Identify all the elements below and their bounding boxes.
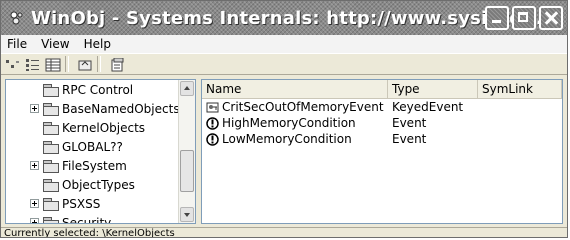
- list-row[interactable]: LowMemoryCondition Event: [202, 131, 562, 147]
- folder-icon: [43, 102, 59, 116]
- toolbar-separator: [65, 56, 69, 72]
- expand-icon[interactable]: [30, 104, 39, 113]
- keyed-event-icon: [206, 101, 220, 114]
- folder-icon: [43, 197, 59, 211]
- tree-item-security[interactable]: Security: [6, 213, 182, 224]
- minimize-button[interactable]: [485, 6, 509, 30]
- folder-icon: [43, 121, 59, 135]
- tree-item-label: KernelObjects: [62, 120, 146, 135]
- folder-icon: [43, 140, 59, 154]
- list-row[interactable]: CritSecOutOfMemoryEvent KeyedEvent: [202, 99, 562, 115]
- tree-item-global[interactable]: GLOBAL??: [6, 137, 182, 156]
- tree-item-label: GLOBAL??: [62, 139, 123, 154]
- tree-item-rpc-control[interactable]: RPC Control: [6, 80, 182, 99]
- object-tree[interactable]: RPC Control BaseNamedObjects KernelObjec…: [5, 79, 196, 224]
- expand-icon[interactable]: [30, 161, 39, 170]
- scroll-thumb[interactable]: [180, 150, 194, 192]
- folder-icon: [43, 178, 59, 192]
- object-name: CritSecOutOfMemoryEvent: [222, 100, 384, 114]
- object-type: KeyedEvent: [392, 100, 464, 114]
- tree-item-label: ObjectTypes: [62, 177, 135, 192]
- status-bar: Currently selected: \KernelObjects: [1, 227, 567, 237]
- menu-view[interactable]: View: [34, 37, 76, 51]
- scroll-up-button[interactable]: [180, 81, 194, 96]
- scroll-down-button[interactable]: [180, 207, 194, 222]
- expand-icon[interactable]: [30, 218, 39, 223]
- close-button[interactable]: [539, 6, 563, 30]
- toolbar-separator: [97, 56, 101, 72]
- up-folder-icon[interactable]: [77, 57, 93, 71]
- column-header-type[interactable]: Type: [388, 80, 478, 98]
- tree-item-basenamedobjects[interactable]: BaseNamedObjects: [6, 99, 182, 118]
- tree-item-kernelobjects[interactable]: KernelObjects: [6, 118, 182, 137]
- menu-bar: File View Help: [1, 35, 567, 53]
- object-type: Event: [392, 116, 427, 130]
- menu-file[interactable]: File: [1, 37, 34, 51]
- list-header: Name Type SymLink: [202, 80, 562, 99]
- list-small-icon[interactable]: [5, 57, 21, 71]
- tree-scrollbar[interactable]: [178, 80, 195, 223]
- expand-icon[interactable]: [30, 199, 39, 208]
- object-list[interactable]: Name Type SymLink CritSecOutOfMemoryEven…: [201, 79, 563, 224]
- app-icon: [9, 10, 25, 26]
- tree-item-psxss[interactable]: PSXSS: [6, 194, 182, 213]
- title-bar[interactable]: WinObj - Systems Internals: http://www.s…: [1, 1, 567, 35]
- tree-item-label: PSXSS: [62, 196, 101, 211]
- event-icon: [206, 116, 220, 130]
- tree-item-objecttypes[interactable]: ObjectTypes: [6, 175, 182, 194]
- list-row[interactable]: HighMemoryCondition Event: [202, 115, 562, 131]
- tree-item-label: FileSystem: [62, 158, 127, 173]
- folder-icon: [43, 216, 59, 223]
- toolbar: [1, 53, 567, 75]
- properties-icon[interactable]: [109, 57, 125, 72]
- object-name: LowMemoryCondition: [222, 132, 352, 146]
- column-header-name[interactable]: Name: [202, 80, 388, 98]
- tree-item-label: RPC Control: [62, 82, 134, 97]
- folder-icon: [43, 159, 59, 173]
- object-type: Event: [392, 132, 427, 146]
- event-icon: [206, 132, 220, 146]
- tree-item-label: Security: [62, 215, 112, 224]
- winobj-window: WinObj - Systems Internals: http://www.s…: [0, 0, 568, 238]
- menu-help[interactable]: Help: [77, 37, 118, 51]
- tree-item-filesystem[interactable]: FileSystem: [6, 156, 182, 175]
- list-view-icon[interactable]: [25, 57, 41, 71]
- object-name: HighMemoryCondition: [222, 116, 356, 130]
- folder-icon: [43, 83, 59, 97]
- column-header-symlink[interactable]: SymLink: [478, 80, 562, 98]
- tree-item-label: BaseNamedObjects: [62, 101, 180, 116]
- maximize-button[interactable]: [512, 6, 536, 30]
- window-title: WinObj - Systems Internals: http://www.s…: [31, 7, 543, 29]
- details-view-icon[interactable]: [45, 57, 61, 72]
